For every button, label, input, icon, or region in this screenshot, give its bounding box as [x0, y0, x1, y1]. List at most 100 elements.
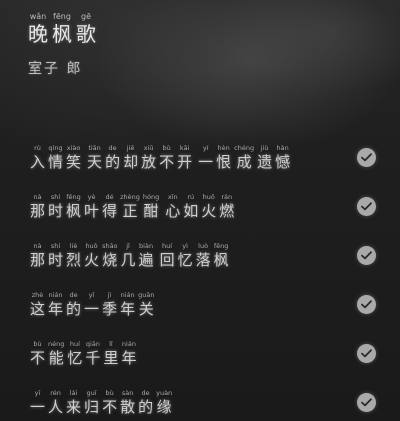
poem-line[interactable]: bù 不 néng 能 huí 忆 qiān 千 lǐ 里 nián 年: [0, 336, 400, 372]
pinyin-text: rén: [50, 389, 61, 397]
hanzi-char: 的: [105, 153, 121, 171]
pinyin-text: jiù: [260, 144, 269, 152]
hanzi-char: 不: [30, 349, 46, 367]
hanzi-char: 里: [103, 349, 119, 367]
hanzi-char: 千: [85, 349, 101, 367]
poem-line[interactable]: yī 一 rén 人 lái 来 guī 归 bù 不 sàn 散 de 的 yuàn 缘: [0, 385, 400, 421]
poem-line[interactable]: rù 入 qíng 情 xiào 笑 tiān 天 de 的 jiē 却 xiū 放 bù 不 kāi 开 yí…: [0, 140, 400, 176]
hanzi-char: 火: [84, 251, 100, 269]
hanzi-char: 晚: [28, 22, 48, 46]
hanzi-char: 忆: [177, 251, 193, 269]
hanzi-char: 正: [122, 202, 138, 220]
pinyin-glyph: jì 季: [102, 291, 117, 319]
hanzi-char: 人: [48, 398, 64, 416]
pinyin-glyph: nián 年: [121, 340, 136, 368]
pinyin-glyph: guī 归: [84, 389, 99, 417]
pinyin-glyph: guān 关: [138, 291, 154, 319]
pinyin-glyph: yuàn 缘: [156, 389, 172, 417]
hanzi-char: 回: [159, 251, 175, 269]
pinyin-glyph: jiù 遗: [257, 144, 272, 172]
hanzi-char: 一: [30, 398, 46, 416]
pinyin-text: hóng: [142, 193, 160, 201]
pinyin-text: biàn: [139, 242, 154, 250]
pinyin-text: jǐ: [126, 242, 130, 250]
pinyin-text: nián: [48, 291, 63, 299]
pinyin-text: de: [108, 144, 117, 152]
check-circle-icon[interactable]: [357, 197, 376, 216]
hanzi-char: 心: [165, 202, 181, 220]
pinyin-glyph: yī 一: [84, 291, 99, 319]
pinyin-text: qíng: [48, 144, 63, 152]
hanzi-char: 一: [84, 300, 100, 318]
pinyin-glyph: fēng 枫: [52, 12, 72, 46]
hanzi-char: 年: [120, 300, 136, 318]
poem-line-text: rù 入 qíng 情 xiào 笑 tiān 天 de 的 jiē 却 xiū 放 bù 不 kāi 开 yí…: [30, 144, 290, 172]
pinyin-text: zhè: [31, 291, 44, 299]
pinyin-glyph: yè 叶: [84, 193, 99, 221]
pinyin-text: yí: [202, 144, 209, 152]
pinyin-text: sàn: [121, 389, 134, 397]
hanzi-char: 那: [30, 202, 46, 220]
check-circle-icon[interactable]: [357, 295, 376, 314]
check-circle-icon[interactable]: [357, 148, 376, 167]
check-circle-icon[interactable]: [357, 246, 376, 265]
pinyin-text: xiū: [143, 144, 154, 152]
pinyin-glyph: luò 落: [196, 242, 211, 270]
pinyin-text: shāo: [102, 242, 118, 250]
check-circle-icon[interactable]: [357, 344, 376, 363]
pinyin-text: qiān: [85, 340, 100, 348]
hanzi-char: 遍: [138, 251, 154, 269]
pinyin-glyph: rú 如: [183, 193, 198, 221]
pinyin-glyph: nà 那: [30, 242, 45, 270]
poem-line[interactable]: nà 那 shí 时 liè 烈 huǒ 火 shāo 烧 jǐ 几 biàn 遍 huí 回 yì 忆 luò 落…: [0, 238, 400, 274]
poem-line[interactable]: zhè 这 nián 年 de 的 yī 一 jì 季 nián 年 guān 关: [0, 287, 400, 323]
pinyin-text: rù: [34, 144, 41, 152]
pinyin-glyph: xīn 心: [165, 193, 180, 221]
pinyin-text: yè: [87, 193, 96, 201]
pinyin-text: bù: [162, 144, 171, 152]
pinyin-text: fēng: [53, 12, 71, 21]
pinyin-text: wǎn: [29, 12, 47, 21]
pinyin-glyph: huí 忆: [67, 340, 82, 368]
pinyin-text: xīn: [167, 193, 178, 201]
pinyin-glyph: lǐ 里: [103, 340, 118, 368]
pinyin-text: chéng: [234, 144, 255, 152]
hanzi-char: 叶: [84, 202, 100, 220]
pinyin-glyph: de 的: [66, 291, 81, 319]
hanzi-char: 缘: [156, 398, 172, 416]
pinyin-glyph: yì 忆: [178, 242, 193, 270]
hanzi-char: 关: [138, 300, 154, 318]
pinyin-glyph: huí 回: [160, 242, 175, 270]
pinyin-text: huí: [162, 242, 173, 250]
hanzi-char: 得: [102, 202, 118, 220]
pinyin-text: hàn: [276, 144, 289, 152]
hanzi-char: 火: [201, 202, 217, 220]
pinyin-glyph: kāi 开: [177, 144, 192, 172]
hanzi-char: 不: [159, 153, 175, 171]
pinyin-glyph: zhè 这: [30, 291, 45, 319]
hanzi-char: 憾: [275, 153, 291, 171]
pinyin-text: lái: [69, 389, 78, 397]
hanzi-char: 入: [30, 153, 46, 171]
pinyin-text: jiē: [126, 144, 135, 152]
pinyin-glyph: bù 不: [159, 144, 174, 172]
pinyin-glyph: zhèng 正: [120, 193, 140, 221]
pinyin-text: huǒ: [85, 242, 98, 250]
hanzi-char: 能: [48, 349, 64, 367]
hanzi-char: 如: [183, 202, 199, 220]
pinyin-text: nián: [120, 291, 135, 299]
pinyin-glyph: jǐ 几: [121, 242, 136, 270]
hanzi-char: 时: [48, 251, 64, 269]
pinyin-glyph: biàn 遍: [139, 242, 154, 270]
pinyin-text: zhèng: [120, 193, 140, 201]
pinyin-text: gē: [81, 12, 91, 21]
pinyin-text: shí: [50, 193, 61, 201]
hanzi-char: 年: [121, 349, 137, 367]
poem-line[interactable]: nà 那 shí 时 fēng 枫 yè 叶 dé 得 zhèng 正 hóng 酣 xīn 心 rú 如 huǒ…: [0, 189, 400, 225]
hanzi-char: 忆: [67, 349, 83, 367]
check-circle-icon[interactable]: [357, 393, 376, 412]
hanzi-char: 笑: [66, 153, 82, 171]
hanzi-char: 时: [48, 202, 64, 220]
pinyin-glyph: shāo 烧: [102, 242, 117, 270]
hanzi-char: 那: [30, 251, 46, 269]
